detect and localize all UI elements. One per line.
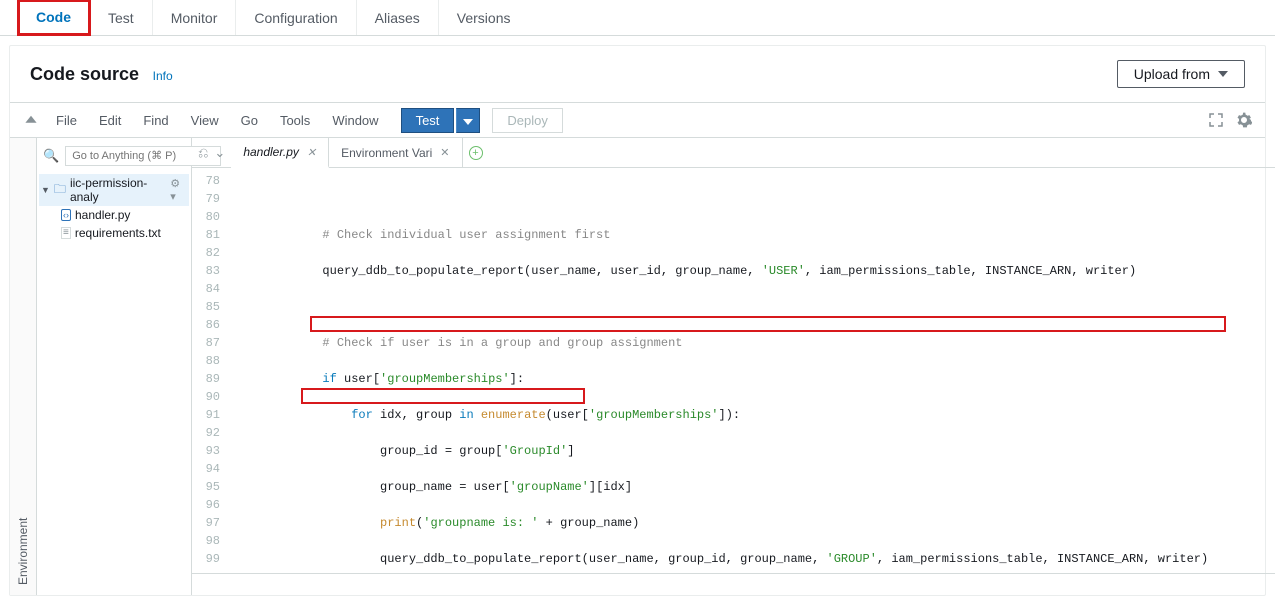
tree-root-folder[interactable]: ▼ 🗀 iic-permission-analy ⚙ ▾: [39, 174, 189, 206]
tab-configuration[interactable]: Configuration: [236, 0, 356, 35]
menu-find[interactable]: Find: [133, 109, 178, 132]
upload-label: Upload from: [1134, 66, 1210, 82]
deploy-button[interactable]: Deploy: [492, 108, 562, 133]
close-icon[interactable]: ✕: [307, 146, 316, 159]
tab-versions[interactable]: Versions: [439, 0, 529, 35]
environment-rail[interactable]: Environment: [10, 138, 37, 595]
editor-tab-label: handler.py: [243, 145, 299, 159]
tree-file-label: requirements.txt: [75, 226, 161, 240]
menu-view[interactable]: View: [181, 109, 229, 132]
highlight-annotation: [301, 388, 585, 404]
lambda-tabs: Code Test Monitor Configuration Aliases …: [0, 0, 1275, 36]
menu-file[interactable]: File: [46, 109, 87, 132]
menu-tools[interactable]: Tools: [270, 109, 320, 132]
tree-file-handler[interactable]: ‹› handler.py: [39, 206, 189, 224]
file-tree-panel: 🔍 ▼ 🗀 iic-permission-analy ⚙ ▾ ‹› handle…: [37, 138, 191, 595]
python-file-icon: ‹›: [61, 209, 71, 221]
test-dropdown[interactable]: [456, 108, 480, 133]
section-title: Code source: [30, 64, 139, 84]
folder-icon: 🗀: [54, 180, 66, 201]
editor-tab-strip: ⎌ ⌄ handler.py ✕ Environment Vari ✕ +: [192, 138, 1275, 168]
new-tab-button[interactable]: +: [469, 146, 483, 160]
chevron-down-icon: [463, 119, 473, 125]
editor-status-bar: 1:1 Python Spaces: 4: [192, 573, 1275, 595]
tree-gear-icon[interactable]: ⚙ ▾: [170, 177, 187, 203]
tree-root-label: iic-permission-analy: [70, 176, 166, 204]
tree-file-requirements[interactable]: ≡ requirements.txt: [39, 224, 189, 242]
tab-history-back-icon[interactable]: ⎌: [198, 145, 208, 161]
tab-list-icon[interactable]: ⌄: [214, 145, 225, 161]
highlight-annotation: [310, 316, 1226, 332]
settings-gear-icon[interactable]: [1235, 111, 1253, 129]
tab-code[interactable]: Code: [18, 0, 90, 35]
fullscreen-icon[interactable]: [1207, 111, 1225, 129]
test-run-button[interactable]: Test: [401, 108, 455, 133]
menu-go[interactable]: Go: [231, 109, 268, 132]
line-gutter: 7879808182838485868788899091929394959697…: [192, 168, 228, 573]
tab-test[interactable]: Test: [90, 0, 153, 35]
editor-tab-env[interactable]: Environment Vari ✕: [329, 138, 462, 168]
section-header: Code source Info Upload from: [10, 46, 1265, 102]
info-link[interactable]: Info: [153, 69, 173, 83]
code-source-panel: Code source Info Upload from File Edit F…: [9, 45, 1266, 596]
editor-tab-label: Environment Vari: [341, 146, 432, 160]
close-icon[interactable]: ✕: [440, 146, 449, 159]
search-icon: 🔍: [43, 148, 59, 164]
tab-monitor[interactable]: Monitor: [153, 0, 237, 35]
chevron-down-icon: ▼: [41, 185, 50, 195]
collapse-panel-icon[interactable]: [22, 111, 40, 129]
code-editor[interactable]: 7879808182838485868788899091929394959697…: [192, 168, 1275, 573]
editor-tab-handler[interactable]: handler.py ✕: [231, 138, 329, 168]
editor-menu-bar: File Edit Find View Go Tools Window Test…: [10, 102, 1265, 138]
text-file-icon: ≡: [61, 227, 71, 239]
tab-aliases[interactable]: Aliases: [357, 0, 439, 35]
upload-from-button[interactable]: Upload from: [1117, 60, 1245, 88]
tree-file-label: handler.py: [75, 208, 130, 222]
code-content[interactable]: # Check individual user assignment first…: [228, 168, 1275, 573]
chevron-down-icon: [1218, 71, 1228, 77]
menu-window[interactable]: Window: [322, 109, 388, 132]
menu-edit[interactable]: Edit: [89, 109, 131, 132]
